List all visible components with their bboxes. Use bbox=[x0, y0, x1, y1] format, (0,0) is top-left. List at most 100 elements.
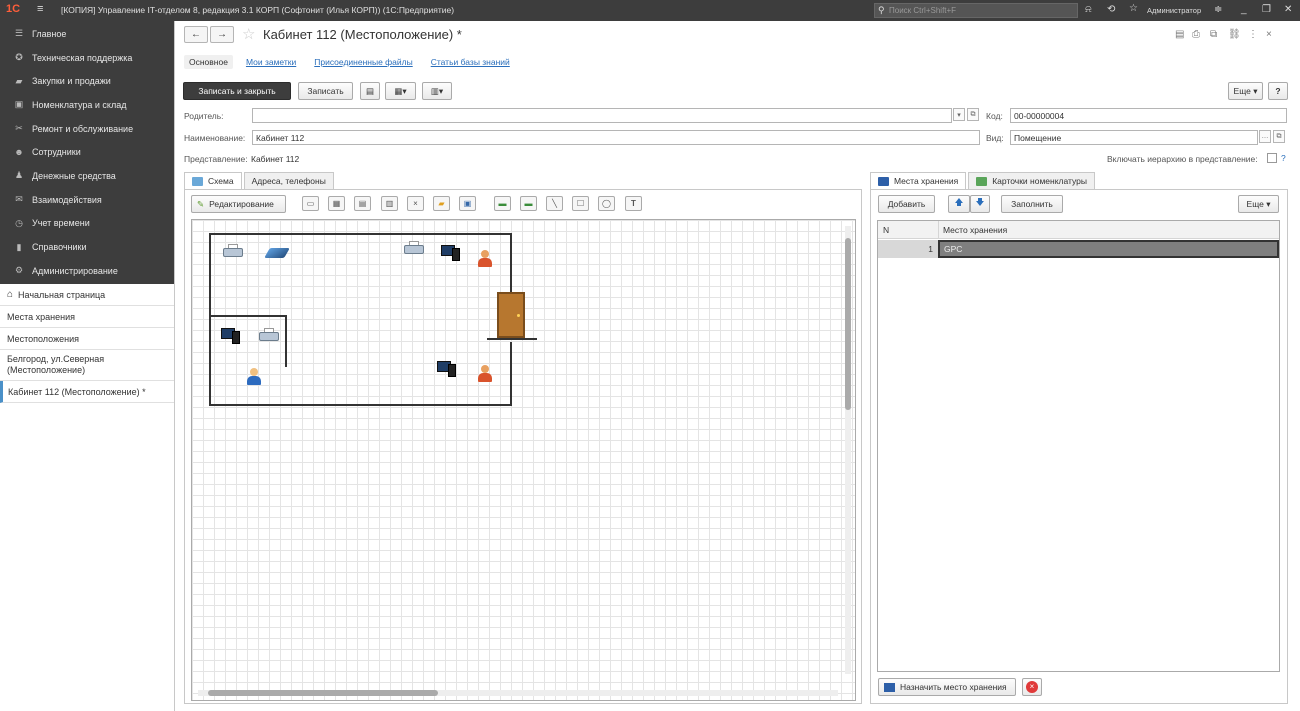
scale-icon[interactable]: ▭ bbox=[302, 196, 319, 211]
dropdown-icon[interactable]: ▾ bbox=[953, 108, 965, 121]
global-search-input[interactable]: ⚲ Поиск Ctrl+Shift+F bbox=[874, 3, 1078, 18]
cell-storage-place[interactable]: GPC bbox=[938, 240, 1279, 258]
tab-notes[interactable]: Мои заметки bbox=[241, 55, 301, 69]
printer-icon[interactable] bbox=[223, 244, 243, 258]
save-disk-icon[interactable]: ▣ bbox=[459, 196, 476, 211]
name-field[interactable]: Кабинет 112 bbox=[252, 130, 980, 145]
minimize-icon[interactable]: _ bbox=[1241, 4, 1247, 15]
tab-knowledge-base[interactable]: Статьи базы знаний bbox=[426, 55, 515, 69]
link-icon[interactable]: ⛓ bbox=[1228, 29, 1241, 40]
save-icon[interactable]: ▤ bbox=[1175, 29, 1184, 40]
history-icon[interactable]: ⟲ bbox=[1107, 4, 1115, 15]
kind-field[interactable]: Помещение bbox=[1010, 130, 1258, 145]
save-button[interactable]: Записать bbox=[298, 82, 353, 100]
section-employees[interactable]: ☻ Сотрудники bbox=[0, 140, 174, 164]
user-icon[interactable] bbox=[247, 368, 261, 385]
close-form-icon[interactable]: × bbox=[1266, 29, 1272, 40]
user-icon[interactable] bbox=[478, 250, 492, 267]
document-icon[interactable]: ▤ bbox=[360, 82, 380, 100]
nav-belgorod[interactable]: Белгород, ул.Северная (Местоположение) bbox=[0, 350, 174, 381]
user-icon[interactable] bbox=[478, 365, 492, 382]
fill-button[interactable]: Заполнить bbox=[1001, 195, 1063, 213]
section-repair[interactable]: ✂ Ремонт и обслуживание bbox=[0, 117, 174, 141]
tab-storage-places[interactable]: Места хранения bbox=[870, 172, 967, 189]
computer-icon[interactable] bbox=[221, 328, 240, 344]
edit-mode-button[interactable]: ✎ Редактирование bbox=[191, 195, 286, 213]
section-purchases[interactable]: ▰ Закупки и продажи bbox=[0, 69, 174, 93]
tab-attached-files[interactable]: Присоединенные файлы bbox=[309, 55, 417, 69]
open-link-icon[interactable]: ⧉ bbox=[967, 108, 979, 121]
nav-current-form[interactable]: Кабинет 112 (Местоположение) * bbox=[0, 381, 174, 403]
nav-storage-places[interactable]: Места хранения bbox=[0, 306, 174, 328]
favorites-icon[interactable]: ☆ bbox=[1129, 3, 1138, 14]
section-nomenclature[interactable]: ▣ Номенклатура и склад bbox=[0, 93, 174, 117]
forward-button[interactable]: → bbox=[210, 26, 234, 43]
section-references[interactable]: ▮ Справочники bbox=[0, 235, 174, 259]
nav-home[interactable]: ⌂ Начальная страница bbox=[0, 284, 174, 306]
rectangle-icon[interactable]: □ bbox=[572, 196, 589, 211]
grid-lines-icon[interactable]: ▤ bbox=[354, 196, 371, 211]
add-button[interactable]: Добавить bbox=[878, 195, 935, 213]
create-based-on-button[interactable]: ▦▾ bbox=[385, 82, 416, 100]
move-up-icon[interactable]: 🡅 bbox=[948, 195, 970, 213]
tab-main[interactable]: Основное bbox=[184, 55, 233, 69]
printer-icon[interactable] bbox=[259, 328, 279, 342]
section-money[interactable]: ♟ Денежные средства bbox=[0, 164, 174, 188]
scroll-thumb[interactable] bbox=[845, 238, 851, 410]
code-field[interactable]: 00-00000004 bbox=[1010, 108, 1287, 123]
tab-addresses[interactable]: Адреса, телефоны bbox=[243, 172, 334, 189]
section-admin[interactable]: ⚙ Администрирование bbox=[0, 259, 174, 283]
parent-field[interactable] bbox=[252, 108, 952, 123]
section-time[interactable]: ◷ Учет времени bbox=[0, 212, 174, 236]
ellipse-icon[interactable]: ◯ bbox=[598, 196, 615, 211]
hierarchy-help-icon[interactable]: ? bbox=[1281, 153, 1286, 163]
more-button[interactable]: Еще ▾ bbox=[1228, 82, 1263, 100]
scroll-thumb[interactable] bbox=[208, 690, 438, 696]
storage-more-button[interactable]: Еще ▾ bbox=[1238, 195, 1279, 213]
main-menu-icon[interactable]: ≡ bbox=[37, 3, 43, 15]
save-and-close-button[interactable]: Записать и закрыть bbox=[183, 82, 291, 100]
delete-icon[interactable]: × bbox=[407, 196, 424, 211]
hierarchy-checkbox[interactable] bbox=[1267, 153, 1277, 163]
printer-icon[interactable] bbox=[404, 241, 424, 255]
computer-icon[interactable] bbox=[441, 245, 460, 261]
open-link-icon[interactable]: ⧉ bbox=[1273, 130, 1285, 143]
restore-icon[interactable]: ❐ bbox=[1262, 4, 1271, 15]
scanner-icon[interactable] bbox=[264, 248, 290, 258]
section-interactions[interactable]: ✉ Взаимодействия bbox=[0, 188, 174, 212]
storage-table[interactable] bbox=[877, 220, 1280, 672]
nav-locations[interactable]: Местоположения bbox=[0, 328, 174, 350]
door-icon[interactable] bbox=[497, 292, 525, 338]
clear-button[interactable]: × bbox=[1022, 678, 1042, 696]
table-row[interactable]: 1 GPC bbox=[878, 240, 1279, 258]
reports-button[interactable]: ▥▾ bbox=[422, 82, 452, 100]
properties-icon[interactable]: ▥ bbox=[381, 196, 398, 211]
more-vertical-icon[interactable]: ⋮ bbox=[1248, 29, 1258, 40]
horizontal-scrollbar[interactable] bbox=[198, 690, 838, 696]
settings-menu-icon[interactable]: ≑ bbox=[1214, 4, 1222, 15]
back-button[interactable]: ← bbox=[184, 26, 208, 43]
col-storage-place[interactable]: Место хранения bbox=[943, 225, 1007, 235]
tab-nomenclature-cards[interactable]: Карточки номенклатуры bbox=[968, 172, 1096, 189]
vertical-scrollbar[interactable] bbox=[845, 226, 851, 674]
move-down-icon[interactable]: 🡇 bbox=[970, 195, 990, 213]
line-icon[interactable]: ╲ bbox=[546, 196, 563, 211]
current-user[interactable]: Администратор bbox=[1147, 6, 1201, 15]
col-n[interactable]: N bbox=[883, 225, 889, 235]
help-button[interactable]: ? bbox=[1268, 82, 1288, 100]
close-window-icon[interactable]: ✕ bbox=[1284, 4, 1292, 15]
bell-icon[interactable]: ⍾ bbox=[1085, 4, 1092, 15]
text-icon[interactable]: T bbox=[625, 196, 642, 211]
favorite-star-icon[interactable]: ☆ bbox=[242, 25, 255, 43]
preview-icon[interactable]: ⧉ bbox=[1210, 29, 1217, 40]
image-icon[interactable]: ▬ bbox=[520, 196, 537, 211]
open-folder-icon[interactable]: ▰ bbox=[433, 196, 450, 211]
grid-icon[interactable]: ▦ bbox=[328, 196, 345, 211]
tab-scheme[interactable]: Схема bbox=[184, 172, 242, 189]
select-ellipsis-icon[interactable]: … bbox=[1259, 130, 1271, 143]
computer-icon[interactable] bbox=[437, 361, 456, 377]
assign-storage-button[interactable]: Назначить место хранения bbox=[878, 678, 1016, 696]
section-main[interactable]: ☰ Главное bbox=[0, 22, 174, 46]
picture-icon[interactable]: ▬ bbox=[494, 196, 511, 211]
scheme-canvas[interactable] bbox=[191, 219, 856, 701]
